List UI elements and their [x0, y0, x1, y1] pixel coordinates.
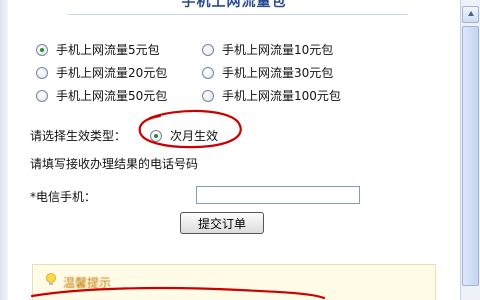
- scroll-thumb[interactable]: [462, 26, 479, 286]
- title-divider: [68, 14, 408, 15]
- submit-order-button[interactable]: 提交订单: [180, 212, 264, 234]
- package-option-label: 手机上网流量20元包: [56, 66, 168, 80]
- scroll-up-button[interactable]: [462, 6, 479, 23]
- effect-option-next-month[interactable]: 次月生效: [150, 127, 218, 144]
- page-content: 手机上网流量包 手机上网流量5元包 手机上网流量10元包 手机上网流量20元包 …: [8, 0, 460, 300]
- radio-button[interactable]: [36, 89, 48, 102]
- phone-input[interactable]: [196, 186, 360, 204]
- tip-box: 温馨提示: [32, 264, 436, 300]
- arrow-up-icon: [468, 11, 474, 16]
- radio-button[interactable]: [36, 66, 48, 79]
- radio-button[interactable]: [202, 66, 214, 79]
- package-option-5[interactable]: 手机上网流量5元包: [36, 41, 160, 58]
- package-option-100[interactable]: 手机上网流量100元包: [202, 87, 341, 104]
- phone-label: *电信手机：: [30, 190, 97, 204]
- page-title: 手机上网流量包: [181, 0, 287, 10]
- package-option-label: 手机上网流量10元包: [222, 43, 334, 57]
- package-option-10[interactable]: 手机上网流量10元包: [202, 41, 333, 58]
- package-option-label: 手机上网流量50元包: [56, 89, 168, 103]
- package-option-30[interactable]: 手机上网流量30元包: [202, 64, 333, 81]
- window-left-edge: [0, 0, 8, 300]
- tip-title: 温馨提示: [63, 276, 112, 290]
- radio-button[interactable]: [202, 43, 214, 56]
- package-option-20[interactable]: 手机上网流量20元包: [36, 64, 167, 81]
- effect-type-label: 请选择生效类型：: [30, 129, 127, 143]
- lightbulb-icon: [46, 273, 56, 285]
- package-option-label: 手机上网流量30元包: [222, 66, 334, 80]
- effect-option-label: 次月生效: [170, 129, 219, 143]
- radio-button[interactable]: [202, 89, 214, 102]
- vertical-scrollbar[interactable]: [460, 0, 480, 300]
- browser-window: 手机上网流量包 手机上网流量5元包 手机上网流量10元包 手机上网流量20元包 …: [0, 0, 480, 300]
- phone-instruction: 请填写接收办理结果的电话号码: [30, 157, 199, 171]
- package-option-label: 手机上网流量5元包: [56, 43, 160, 57]
- radio-button[interactable]: [36, 43, 48, 56]
- package-option-label: 手机上网流量100元包: [222, 89, 341, 103]
- package-option-50[interactable]: 手机上网流量50元包: [36, 87, 167, 104]
- radio-button[interactable]: [150, 129, 162, 142]
